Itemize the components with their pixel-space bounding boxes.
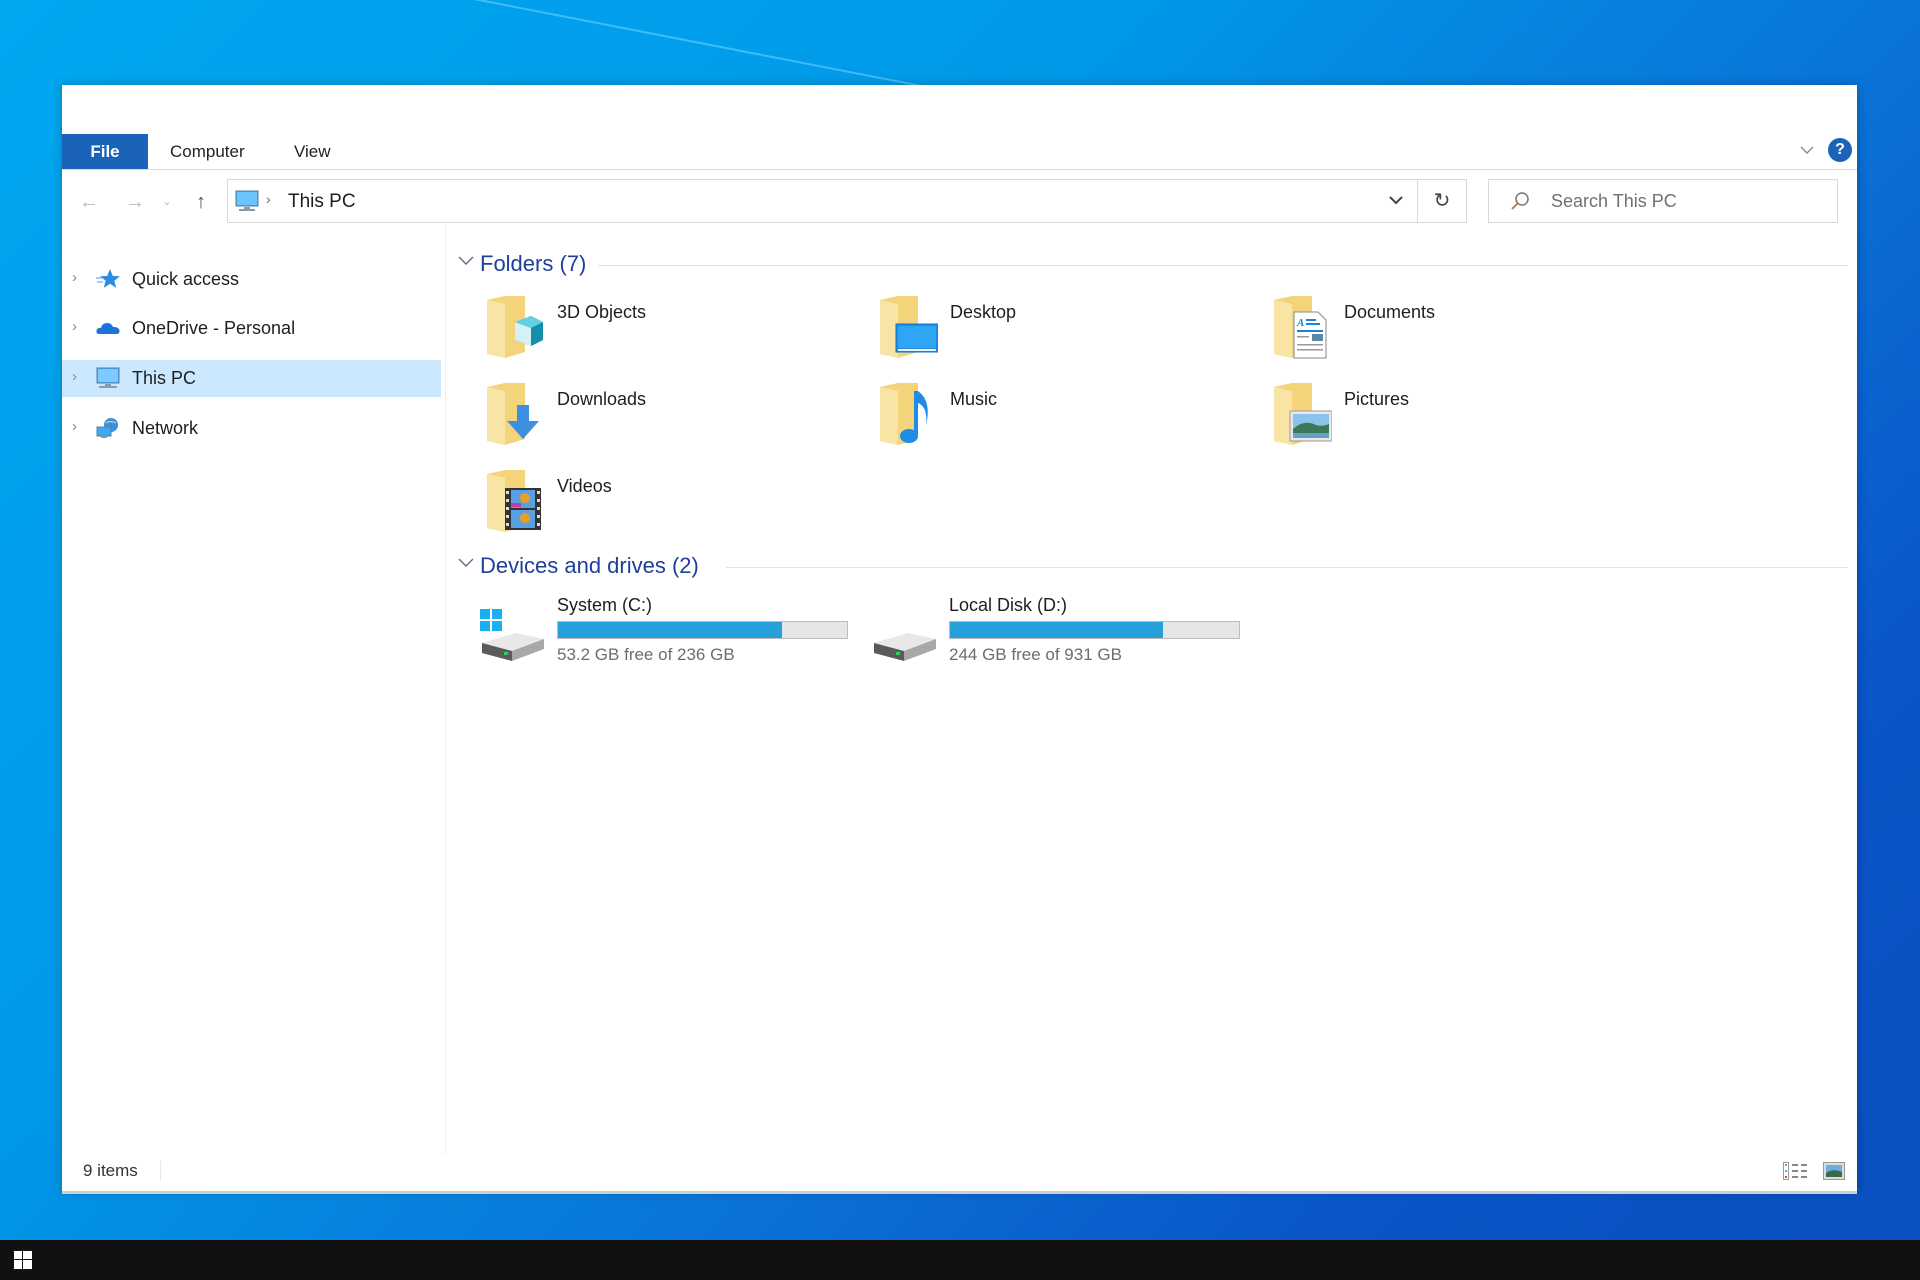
tab-view[interactable]: View [294, 134, 331, 169]
pictures-folder-icon [1274, 383, 1332, 445]
window-edge [62, 1191, 1857, 1194]
drive-name: Local Disk (D:) [949, 595, 1068, 615]
this-pc-monitor-icon [235, 190, 259, 211]
folder-name: Downloads [557, 389, 647, 409]
folder-name: Desktop [950, 302, 1017, 322]
drive-usage-bar [949, 621, 1240, 639]
status-bar: 9 items [62, 1151, 1857, 1191]
sidebar-item-label: This PC [132, 368, 197, 388]
folder-name: Music [950, 389, 998, 409]
collapse-chevron-icon[interactable] [458, 555, 474, 573]
videos-folder-icon [487, 470, 541, 532]
folder-pictures[interactable]: Pictures [1272, 383, 1602, 453]
sidebar-item-this-pc[interactable]: › This PC [62, 360, 441, 397]
refresh-icon[interactable]: ↻ [1418, 179, 1467, 223]
search-input[interactable]: Search This PC [1488, 179, 1838, 223]
svg-text:A: A [1296, 317, 1304, 329]
sidebar-item-network[interactable]: › Network [62, 410, 441, 447]
drive-system-c[interactable]: System (C:) 53.2 GB free of 236 GB [478, 595, 858, 670]
sidebar-item-quick-access[interactable]: › Quick access [62, 261, 441, 298]
windows-start-icon[interactable] [14, 1251, 32, 1269]
group-divider [726, 567, 1848, 568]
expand-chevron-icon[interactable]: › [72, 368, 77, 385]
folder-name: 3D Objects [557, 302, 647, 322]
folder-videos[interactable]: Videos [485, 470, 815, 540]
folder-music[interactable]: Music [878, 383, 1208, 453]
folder-name: Documents [1344, 302, 1436, 322]
expand-chevron-icon[interactable]: › [72, 318, 77, 335]
drive-free-space: 53.2 GB free of 236 GB [557, 645, 735, 664]
drive-usage-fill [558, 622, 782, 638]
group-divider [598, 265, 1848, 266]
drive-free-space: 244 GB free of 931 GB [949, 645, 1122, 664]
local-disk-icon [874, 633, 936, 661]
taskbar [0, 1240, 1920, 1280]
sidebar-item-onedrive[interactable]: › OneDrive - Personal [62, 310, 441, 347]
back-arrow-icon[interactable]: ← [76, 187, 102, 217]
forward-arrow-icon[interactable]: → [122, 187, 148, 217]
breadcrumb-this-pc[interactable]: This PC [288, 191, 356, 213]
system-drive-icon [480, 609, 544, 661]
folders-group-title: Folders (7) [480, 251, 587, 276]
status-divider [160, 1161, 161, 1181]
documents-folder-icon: A [1274, 296, 1327, 359]
devices-group-title: Devices and drives (2) [480, 553, 699, 578]
item-count: 9 items [83, 1161, 138, 1180]
folder-3d-objects[interactable]: 3D Objects [485, 296, 815, 366]
music-folder-icon [880, 383, 928, 445]
folder-downloads[interactable]: Downloads [485, 383, 815, 453]
expand-chevron-icon[interactable]: › [72, 418, 77, 435]
3d-objects-folder-icon [487, 296, 543, 358]
navigation-pane: › Quick access › OneDrive - Personal › T… [62, 225, 446, 1155]
folder-documents[interactable]: A Documents [1272, 296, 1602, 366]
breadcrumb-separator[interactable]: › [266, 191, 271, 207]
collapse-chevron-icon[interactable] [458, 253, 474, 271]
help-icon[interactable]: ? [1828, 138, 1852, 162]
details-view-icon[interactable] [1783, 1162, 1809, 1180]
network-icon [96, 418, 118, 438]
drive-local-disk-d[interactable]: Local Disk (D:) 244 GB free of 931 GB [870, 595, 1250, 670]
file-explorer-window: File Computer View ? ← → ⌄ ↑ › This PC ↻… [62, 85, 1857, 1194]
folders-group-header[interactable]: Folders (7) [458, 251, 1848, 281]
drive-usage-fill [950, 622, 1164, 638]
address-bar[interactable]: › This PC [227, 179, 1418, 223]
sidebar-item-label: OneDrive - Personal [132, 318, 296, 338]
folder-desktop[interactable]: Desktop [878, 296, 1208, 366]
devices-group-header[interactable]: Devices and drives (2) [458, 553, 1848, 583]
up-arrow-icon[interactable]: ↑ [188, 187, 214, 217]
ribbon-tab-bar: File Computer View ? [62, 134, 1857, 170]
sidebar-item-label: Network [132, 418, 199, 438]
tab-computer[interactable]: Computer [170, 134, 245, 169]
drive-name: System (C:) [557, 595, 653, 615]
downloads-folder-icon [487, 383, 539, 445]
sidebar-item-label: Quick access [132, 269, 240, 289]
large-icons-view-icon[interactable] [1823, 1162, 1845, 1180]
expand-chevron-icon[interactable]: › [72, 269, 77, 286]
quick-access-star-icon [96, 269, 120, 288]
search-placeholder: Search This PC [1551, 191, 1677, 211]
recent-locations-chevron-icon[interactable]: ⌄ [154, 187, 180, 217]
expand-ribbon-chevron-down-icon[interactable] [1797, 140, 1817, 160]
tab-file[interactable]: File [62, 134, 148, 169]
this-pc-monitor-icon [96, 367, 120, 388]
search-icon [1511, 192, 1529, 210]
folder-name: Pictures [1344, 389, 1410, 409]
address-history-chevron-down-icon[interactable] [1389, 192, 1403, 208]
onedrive-cloud-icon [96, 323, 120, 334]
drive-usage-bar [557, 621, 848, 639]
desktop-folder-icon [880, 296, 938, 358]
folder-name: Videos [557, 476, 612, 496]
